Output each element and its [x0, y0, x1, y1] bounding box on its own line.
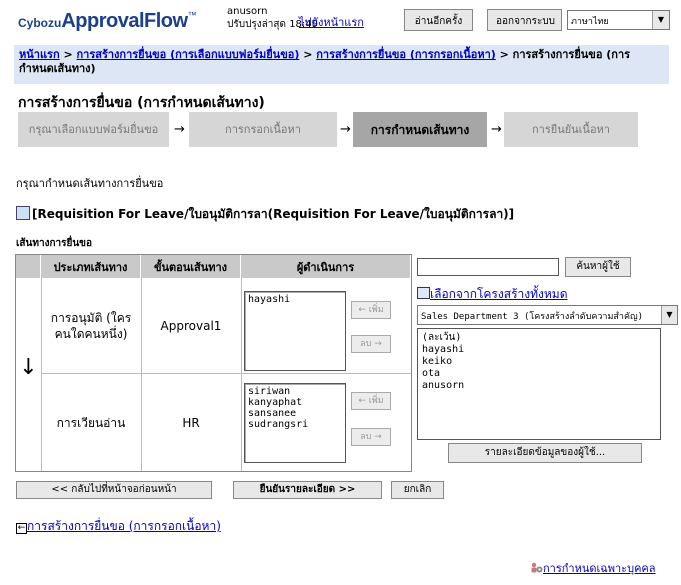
flow-arrow-icon: ↓ — [19, 355, 38, 380]
breadcrumb-separator: > — [495, 48, 513, 61]
arrow-left-icon: ← — [16, 523, 27, 534]
chevron-down-icon: ▼ — [661, 306, 677, 324]
remove-user-button[interactable]: ลบ → — [351, 335, 391, 353]
personal-settings-text[interactable]: การกำหนดเฉพาะบุคคล — [543, 562, 656, 575]
operator-list[interactable]: hayashi — [244, 291, 346, 371]
back-link[interactable]: ← การสร้างการยื่นขอ (การกรอกเนื้อหา) — [16, 517, 221, 536]
logout-button[interactable]: ออกจากระบบ — [487, 9, 562, 31]
user-search-input[interactable] — [417, 258, 559, 276]
step-confirm-content: การยืนยันเนื้อหา — [504, 112, 638, 147]
org-select-value: Sales Department 3 (โครงสร้างลำดับความสำ… — [421, 312, 644, 322]
back-button[interactable]: << กลับไปที่หน้าจอก่อนหน้า — [16, 481, 212, 499]
operator-list[interactable]: siriwan kanyaphat sansanee sudrangsri — [244, 383, 346, 463]
instruction-text: กรุณากำหนดเส้นทางการยื่นขอ — [16, 177, 164, 190]
back-link-text[interactable]: การสร้างการยื่นขอ (การกรอกเนื้อหา) — [27, 519, 221, 533]
breadcrumb-select-form[interactable]: การสร้างการยื่นขอ (การเลือกแบบฟอร์มยื่นข… — [77, 48, 300, 61]
remove-user-button[interactable]: ลบ → — [351, 428, 391, 446]
list-item[interactable]: anusorn — [422, 380, 656, 392]
route-type-cell: การเวียนอ่าน — [56, 415, 126, 430]
list-item[interactable]: hayashi — [422, 344, 656, 356]
list-item[interactable]: sudrangsri — [248, 419, 342, 430]
breadcrumb-separator: > — [59, 48, 77, 61]
breadcrumb: หน้าแรก > การสร้างการยื่นขอ (การเลือกแบบ… — [14, 45, 669, 84]
chevron-down-icon: ▼ — [652, 11, 669, 29]
list-item[interactable]: keiko — [422, 356, 656, 368]
route-table: ประเภทเส้นทาง ขั้นตอนเส้นทาง ผู้ดำเนินกา… — [15, 254, 412, 472]
logo-brand: Cybozu — [18, 16, 62, 30]
header-blank — [16, 255, 41, 278]
list-item[interactable]: hayashi — [248, 294, 342, 305]
org-select-link[interactable]: เลือกจากโครงสร้างทั้งหมด — [417, 285, 568, 304]
app-logo: CybozuApprovalFlow™ — [18, 10, 197, 33]
step-set-route: การกำหนดเส้นทาง — [353, 112, 487, 147]
list-item[interactable]: (ละเว้น) — [422, 332, 656, 344]
add-user-button[interactable]: ← เพิ่ม — [351, 392, 391, 410]
step-select-form: กรุณาเลือกแบบฟอร์มยื่นขอ — [18, 112, 169, 147]
breadcrumb-fill-content[interactable]: การสร้างการยื่นขอ (การกรอกเนื้อหา) — [316, 48, 496, 61]
route-step-cell: HR — [182, 415, 200, 430]
add-user-button[interactable]: ← เพิ่ม — [351, 301, 391, 319]
search-user-button[interactable]: ค้นหาผู้ใช้ — [565, 257, 631, 277]
route-type-cell: การอนุมัติ (ใครคนใดคนหนึ่ง) — [50, 310, 132, 341]
table-row: การอนุมัติ (ใครคนใดคนหนึ่ง) Approval1 — [41, 278, 411, 373]
org-select[interactable]: Sales Department 3 (โครงสร้างลำดับความสำ… — [417, 305, 678, 325]
form-name: [Requisition For Leave/ใบอนุมัติการลา(Re… — [16, 205, 514, 224]
candidate-user-list[interactable]: (ละเว้น) hayashi keiko ota anusorn — [417, 328, 661, 440]
table-row: การเวียนอ่าน HR — [41, 373, 411, 471]
list-item[interactable]: kanyaphat — [248, 397, 342, 408]
people-gear-icon — [531, 562, 543, 573]
arrow-right-icon: → — [174, 122, 185, 137]
language-select[interactable]: ภาษาไทย ▼ — [567, 10, 670, 30]
form-icon — [16, 206, 30, 220]
list-item[interactable]: ota — [422, 368, 656, 380]
org-link-text[interactable]: เลือกจากโครงสร้างทั้งหมด — [430, 287, 568, 301]
step-fill-content: การกรอกเนื้อหา — [189, 112, 337, 147]
route-section-label: เส้นทางการยื่นขอ — [16, 238, 93, 249]
header-route-type: ประเภทเส้นทาง — [41, 255, 141, 278]
arrow-right-icon: → — [491, 122, 502, 137]
breadcrumb-separator: > — [299, 48, 317, 61]
header-operator: ผู้ดำเนินการ — [241, 255, 411, 278]
reread-button[interactable]: อ่านอีกครั้ง — [404, 9, 473, 31]
list-item[interactable]: siriwan — [248, 386, 342, 397]
route-step-cell: Approval1 — [160, 318, 222, 333]
logo-product: ApprovalFlow — [61, 10, 188, 32]
confirm-button[interactable]: ยืนยันรายละเอียด >> — [233, 481, 382, 499]
home-link[interactable]: ไปยังหน้าแรก — [299, 13, 364, 31]
org-tree-icon — [417, 287, 430, 299]
app-header: CybozuApprovalFlow™ anusorn ปรับปรุงล่าส… — [0, 0, 681, 40]
user-detail-button[interactable]: รายละเอียดข้อมูลของผู้ใช้... — [448, 443, 642, 463]
list-item[interactable]: sansanee — [248, 408, 342, 419]
personal-settings-link[interactable]: การกำหนดเฉพาะบุคคล — [530, 559, 656, 577]
header-route-step: ขั้นตอนเส้นทาง — [141, 255, 241, 278]
logo-tm: ™ — [187, 10, 197, 20]
arrow-right-icon: → — [340, 122, 351, 137]
breadcrumb-home[interactable]: หน้าแรก — [19, 48, 60, 61]
page-title: การสร้างการยื่นขอ (การกำหนดเส้นทาง) — [18, 95, 265, 111]
language-value: ภาษาไทย — [571, 17, 609, 27]
form-name-text: [Requisition For Leave/ใบอนุมัติการลา(Re… — [32, 207, 515, 221]
cancel-button[interactable]: ยกเลิก — [391, 481, 444, 499]
